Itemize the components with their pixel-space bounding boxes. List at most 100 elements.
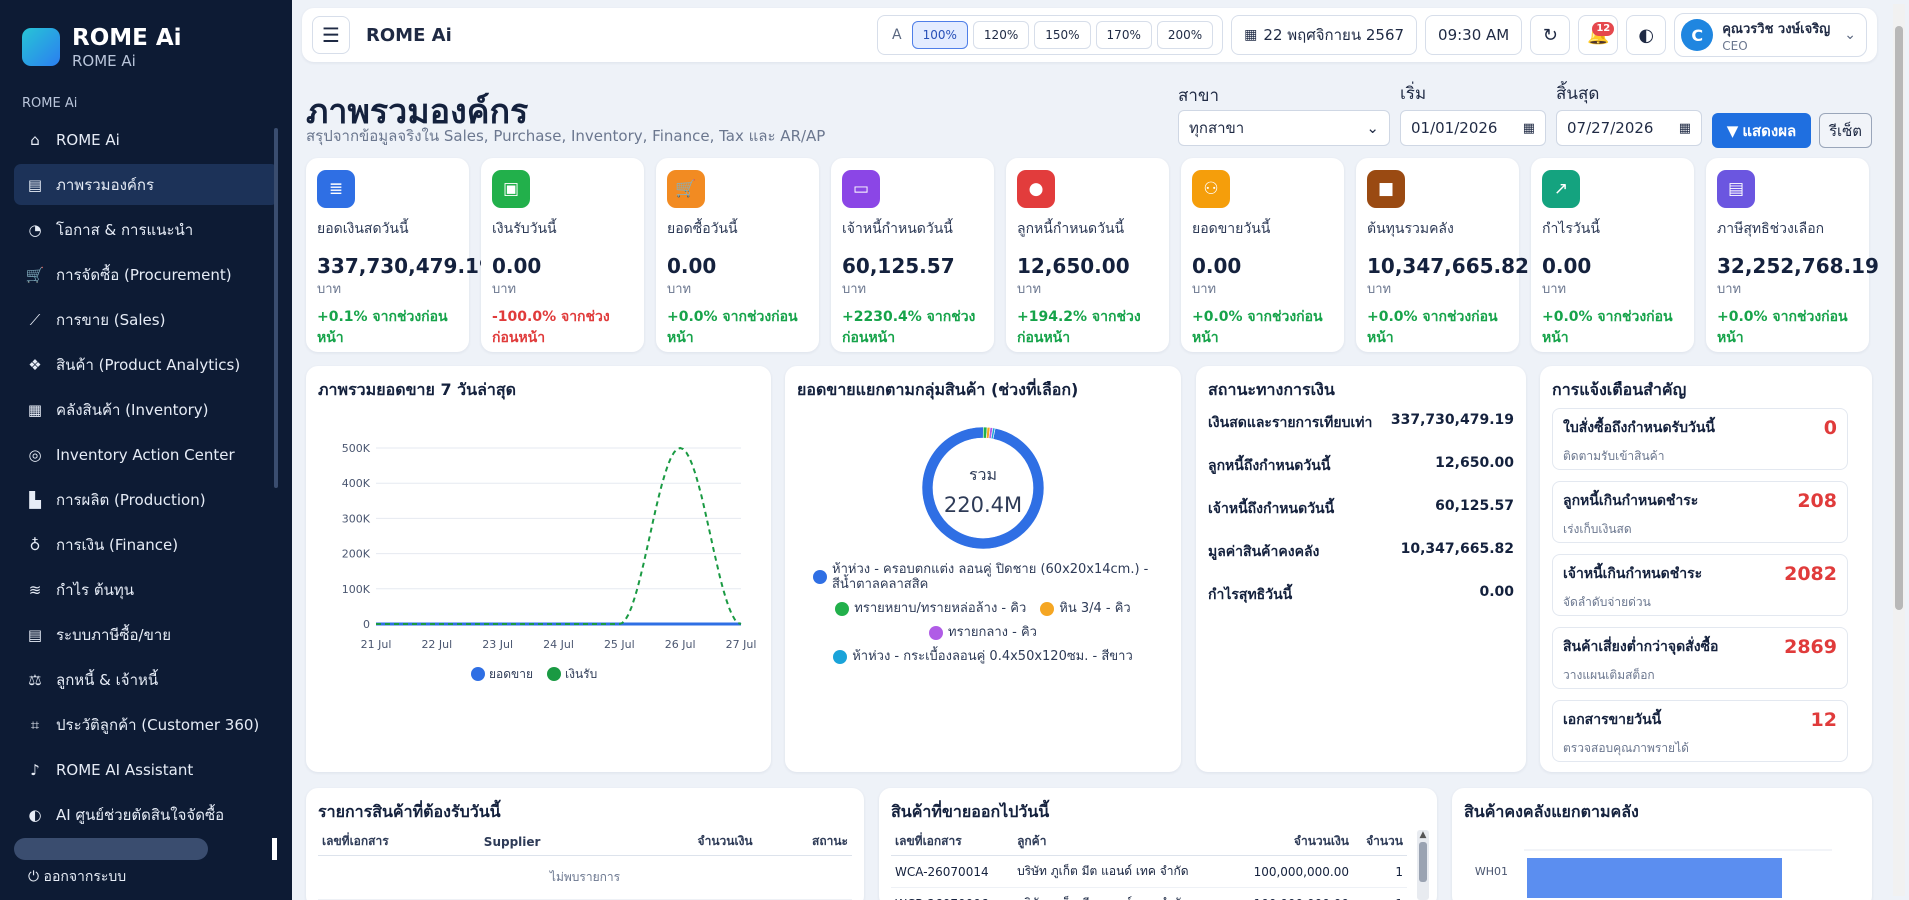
alert-item[interactable]: เจ้าหนี้เกินกำหนดชำระ จัดลำดับจ่ายด่วน 208… (1552, 554, 1848, 616)
financial-status-title: สถานะทางการเงิน (1208, 380, 1335, 399)
kpi-label: เงินรับวันนี้ (492, 221, 557, 237)
sidebar-item-12[interactable]: ⚖ ลูกหนี้ & เจ้าหนี้ (14, 659, 278, 700)
zoom-button[interactable]: 120% (972, 21, 1030, 49)
date-display[interactable]: ▦ 22 พฤศจิกายน 2567 (1231, 15, 1418, 55)
column-header[interactable]: จำนวนเงิน (619, 828, 757, 856)
kpi-value: 0.00 (1192, 254, 1242, 278)
kpi-label: ลูกหนี้กำหนดวันนี้ (1017, 221, 1125, 237)
logout-button[interactable]: ⏻ ออกจากระบบ (28, 866, 126, 888)
financial-status-card: สถานะทางการเงิน เงินสดและรายการเทียบเท่า… (1196, 366, 1526, 772)
alert-item[interactable]: สินค้าเสี่ยงต่ำกว่าจุดสั่งซื้อ วางแผนเติม… (1552, 627, 1848, 689)
sidebar-item-6[interactable]: ▦ คลังสินค้า (Inventory) (14, 389, 278, 430)
sidebar-item-7[interactable]: ◎ Inventory Action Center (14, 434, 278, 475)
column-header[interactable]: เลขที่เอกสาร (891, 828, 1014, 856)
legend-item[interactable]: ทรายหยาบ/ทรายหล่อล้าง - คิว (835, 601, 1026, 616)
sidebar-scrollbar[interactable] (274, 128, 278, 488)
zoom-button[interactable]: 200% (1156, 21, 1214, 49)
table-scroll-thumb[interactable] (1419, 842, 1427, 882)
refresh-icon: ↻ (1542, 24, 1558, 46)
sidebar-item-8[interactable]: ▙ การผลิต (Production) (14, 479, 278, 520)
sidebar-item-13[interactable]: ⌗ ประวัติลูกค้า (Customer 360) (14, 704, 278, 745)
sidebar-item-4[interactable]: ⟋ การขาย (Sales) (14, 299, 278, 340)
sidebar-item-3[interactable]: 🛒 การจัดซื้อ (Procurement) (14, 254, 278, 295)
legend-item[interactable]: หิน 3/4 - คิว (1040, 601, 1131, 616)
theme-toggle-button[interactable]: ◐ (1626, 15, 1667, 55)
legend-label: ห้าห่วง - ครอบตกแต่ง ลอนคู่ ปิดชาย (60x2… (832, 562, 1149, 592)
financial-row: เจ้าหนี้ถึงกำหนดวันนี้ 60,125.57 (1208, 498, 1514, 520)
zoom-button[interactable]: 100% (911, 21, 968, 49)
money-bag-icon: ♁ (29, 535, 41, 554)
y-tick-label: 500K (342, 442, 371, 455)
legend-item[interactable]: ห้าห่วง - ครอบตกแต่ง ลอนคู่ ปิดชาย (60x2… (813, 562, 1153, 592)
kpi-card: ⚇ ยอดขายวันนี้ 0.00 บาท +0.0% จากช่วงก่อนหน้… (1181, 158, 1344, 352)
sidebar-item-1[interactable]: ▤ ภาพรวมองค์กร (14, 164, 278, 205)
bar[interactable] (1527, 858, 1782, 898)
legend-label: ห้าห่วง - กระเบื้องลอนคู่ 0.4x50x120ซม. … (852, 649, 1133, 664)
donut-legend: ห้าห่วง - ครอบตกแต่ง ลอนคู่ ปิดชาย (60x2… (795, 562, 1171, 673)
column-header[interactable]: ลูกค้า (1013, 828, 1229, 856)
sidebar-item-10[interactable]: ≋ กำไร ต้นทุน (14, 569, 278, 610)
kpi-value: 32,252,768.19 (1717, 254, 1879, 278)
menu-toggle-button[interactable]: ☰ (312, 16, 350, 54)
column-header[interactable]: สถานะ (756, 828, 852, 856)
table-row[interactable]: WCA-26070014 บริษัท ภูเก็ต มีต แอนด์ เทค … (891, 855, 1407, 888)
legend-item[interactable]: ห้าห่วง - กระเบื้องลอนคู่ 0.4x50x120ซม. … (833, 649, 1133, 664)
show-results-label: แสดงผล (1742, 121, 1797, 140)
end-date-input[interactable]: 07/27/2026 ▦ (1556, 110, 1702, 146)
page-scroll-thumb[interactable] (1895, 26, 1903, 610)
show-results-button[interactable]: ▼ แสดงผล (1712, 113, 1811, 148)
reset-button[interactable]: รีเซ็ต (1819, 113, 1872, 148)
x-tick-label: 25 Jul (604, 638, 635, 651)
legend-label[interactable]: ยอดขาย (489, 667, 533, 681)
table-scrollbar[interactable]: ▲ (1417, 830, 1429, 900)
end-date-value: 07/27/2026 (1567, 119, 1654, 137)
notifications-button[interactable]: 🔔 12 (1578, 15, 1619, 55)
start-date-value: 01/01/2026 (1411, 119, 1498, 137)
sidebar-item-15[interactable]: ◐ AI ศูนย์ช่วยตัดสินใจจัดซื้อ (14, 794, 278, 835)
kpi-card: ● ลูกหนี้กำหนดวันนี้ 12,650.00 บาท +194.2% จ… (1006, 158, 1169, 352)
sidebar-item-2[interactable]: ◔ โอกาส & การแนะนำ (14, 209, 278, 250)
refresh-button[interactable]: ↻ (1530, 15, 1571, 55)
sidebar-nav: ⌂ ROME Ai ▤ ภาพรวมองค์กร ◔ โอกาส & การแนะนำ 🛒 ก… (0, 119, 292, 835)
sidebar-item-11[interactable]: ▤ ระบบภาษีซื้อ/ขาย (14, 614, 278, 655)
user-menu[interactable]: C คุณวรวิช วงษ์เจริญ CEO ⌄ (1674, 13, 1867, 57)
alert-item[interactable]: เอกสารขายวันนี้ ตรวจสอบคุณภาพรายได้ 12 (1552, 700, 1848, 762)
column-header[interactable]: จำนวน (1353, 828, 1407, 856)
kpi-card: ■ ต้นทุนรวมคลัง 10,347,665.82 บาท +0.0% จากช… (1356, 158, 1529, 352)
sidebar-item-label: ROME AI Assistant (56, 760, 194, 779)
financial-row-value: 0.00 (1479, 584, 1514, 600)
sold-today-table: เลขที่เอกสาร ลูกค้า จำนวนเงิน จำนวน WCA-260… (891, 828, 1407, 900)
column-header[interactable]: Supplier (479, 828, 620, 856)
sidebar-item-14[interactable]: ♪ ROME AI Assistant (14, 749, 278, 790)
alert-item[interactable]: ใบสั่งซื้อถึงกำหนดรับวันนี้ ติดตามรับเข้า… (1552, 408, 1848, 470)
branch-select-value: ทุกสาขา (1189, 119, 1245, 137)
brand[interactable]: ROME Ai ROME Ai (0, 0, 292, 70)
alert-item[interactable]: ลูกหนี้เกินกำหนดชำระ เร่งเก็บเงินสด 208 (1552, 481, 1848, 543)
column-header[interactable]: เลขที่เอกสาร (318, 828, 480, 856)
kpi-value: 10,347,665.82 (1367, 254, 1529, 278)
scroll-up-icon[interactable]: ▲ (1417, 830, 1429, 840)
start-date-input[interactable]: 01/01/2026 ▦ (1400, 110, 1546, 146)
scale-icon: ⚖ (28, 670, 42, 689)
legend-item[interactable]: ทรายกลาง - คิว (929, 625, 1037, 640)
kpi-unit: บาท (492, 282, 517, 297)
sidebar-item-9[interactable]: ♁ การเงิน (Finance) (14, 524, 278, 565)
home-icon: ⌂ (30, 130, 40, 149)
column-header[interactable]: จำนวนเงิน (1228, 828, 1353, 856)
legend-label[interactable]: เงินรับ (565, 667, 597, 681)
branch-select[interactable]: ทุกสาขา ⌄ (1178, 110, 1390, 146)
time-display: 09:30 AM (1425, 15, 1523, 55)
pie-slice[interactable] (921, 426, 1045, 550)
product-group-donut-chart: รวม 220.4M (921, 426, 1045, 550)
user-icon: ● (1017, 170, 1055, 208)
sidebar-item-0[interactable]: ⌂ ROME Ai (14, 119, 278, 160)
table-row[interactable]: WCR-26070006บริษัท ภูเก็ต มีต แอนด์ เทค … (891, 887, 1407, 900)
sidebar-horizontal-scrollbar[interactable] (14, 838, 208, 860)
receipt-icon: ▤ (27, 625, 43, 644)
sidebar-item-5[interactable]: ❖ สินค้า (Product Analytics) (14, 344, 278, 385)
zoom-button[interactable]: 150% (1034, 21, 1091, 49)
chevron-down-icon: ⌄ (1844, 27, 1856, 43)
kpi-unit: บาท (317, 282, 342, 297)
zoom-button[interactable]: 170% (1095, 21, 1152, 49)
x-tick-label: 27 Jul (726, 638, 757, 651)
